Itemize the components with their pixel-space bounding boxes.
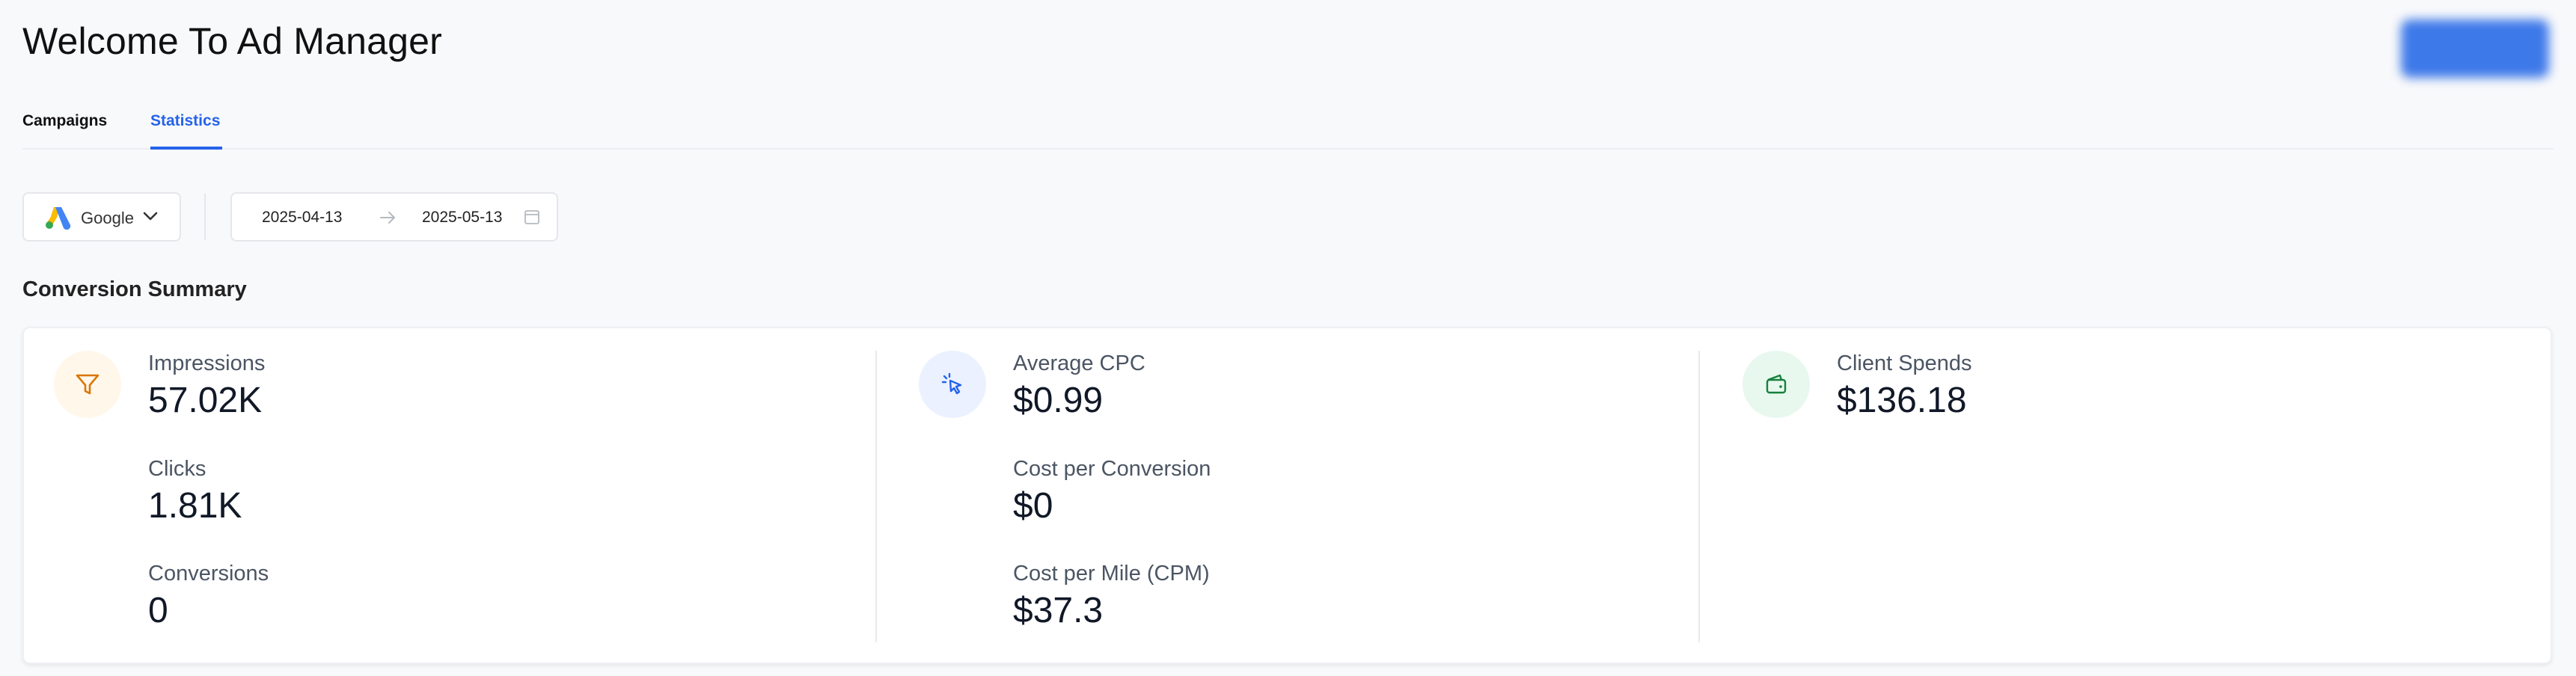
platform-select[interactable]: Google xyxy=(22,192,181,242)
conversion-summary-card: Impressions 57.02K Clicks 1.81K Conversi… xyxy=(22,327,2552,664)
page-header: Welcome To Ad Manager xyxy=(22,19,2554,79)
metric-value: $0.99 xyxy=(1013,381,1104,420)
metric-value: $136.18 xyxy=(1837,381,1967,420)
chevron-down-icon xyxy=(143,212,158,221)
filter-bar: Google 2025-04-13 2025-05-13 xyxy=(22,192,561,242)
summary-column-costs: Average CPC $0.99 Cost per Conversion $0… xyxy=(875,351,1698,642)
metric-value: 57.02K xyxy=(148,381,263,420)
section-title: Conversion Summary xyxy=(22,277,247,301)
tab-campaigns[interactable]: Campaigns xyxy=(22,112,107,150)
metric-label: Client Spends xyxy=(1837,351,1972,375)
metric-label: Conversions xyxy=(148,562,269,586)
funnel-icon xyxy=(54,351,121,418)
arrow-right-icon xyxy=(380,212,395,224)
metric-label: Average CPC xyxy=(1013,351,1145,375)
google-ads-logo-icon xyxy=(46,207,71,230)
summary-column-spend: Client Spends $136.18 xyxy=(1698,351,2521,642)
calendar-icon[interactable] xyxy=(524,209,540,225)
header-action-button[interactable] xyxy=(2401,19,2549,78)
cursor-click-icon xyxy=(919,351,986,418)
metric-value: 1.81K xyxy=(148,486,242,526)
metric-value: 0 xyxy=(148,591,168,630)
tab-bar: Campaigns Statistics xyxy=(22,109,2554,150)
summary-column-volume: Impressions 57.02K Clicks 1.81K Conversi… xyxy=(24,351,875,642)
metric-label: Cost per Conversion xyxy=(1013,457,1211,481)
date-start-input[interactable]: 2025-04-13 xyxy=(262,209,342,227)
metric-clicks: Clicks 1.81K xyxy=(148,456,242,528)
metric-value: $37.3 xyxy=(1013,591,1104,630)
wallet-icon xyxy=(1743,351,1810,418)
metric-label: Cost per Mile (CPM) xyxy=(1013,562,1210,586)
metric-cpm: Cost per Mile (CPM) $37.3 xyxy=(1013,561,1210,633)
tab-statistics[interactable]: Statistics xyxy=(150,112,222,150)
metric-client-spends: Client Spends $136.18 xyxy=(1837,351,1972,423)
metric-cost-per-conversion: Cost per Conversion $0 xyxy=(1013,456,1211,528)
metric-average-cpc: Average CPC $0.99 xyxy=(1013,351,1145,423)
date-end-input[interactable]: 2025-05-13 xyxy=(422,209,502,227)
metric-label: Clicks xyxy=(148,457,206,481)
page-title: Welcome To Ad Manager xyxy=(22,20,442,62)
metric-value: $0 xyxy=(1013,486,1053,526)
filter-divider xyxy=(204,194,206,240)
date-range-picker[interactable]: 2025-04-13 2025-05-13 xyxy=(230,192,558,242)
platform-select-label: Google xyxy=(81,209,134,227)
metric-impressions: Impressions 57.02K xyxy=(148,351,265,423)
metric-conversions: Conversions 0 xyxy=(148,561,269,633)
metric-label: Impressions xyxy=(148,351,266,375)
